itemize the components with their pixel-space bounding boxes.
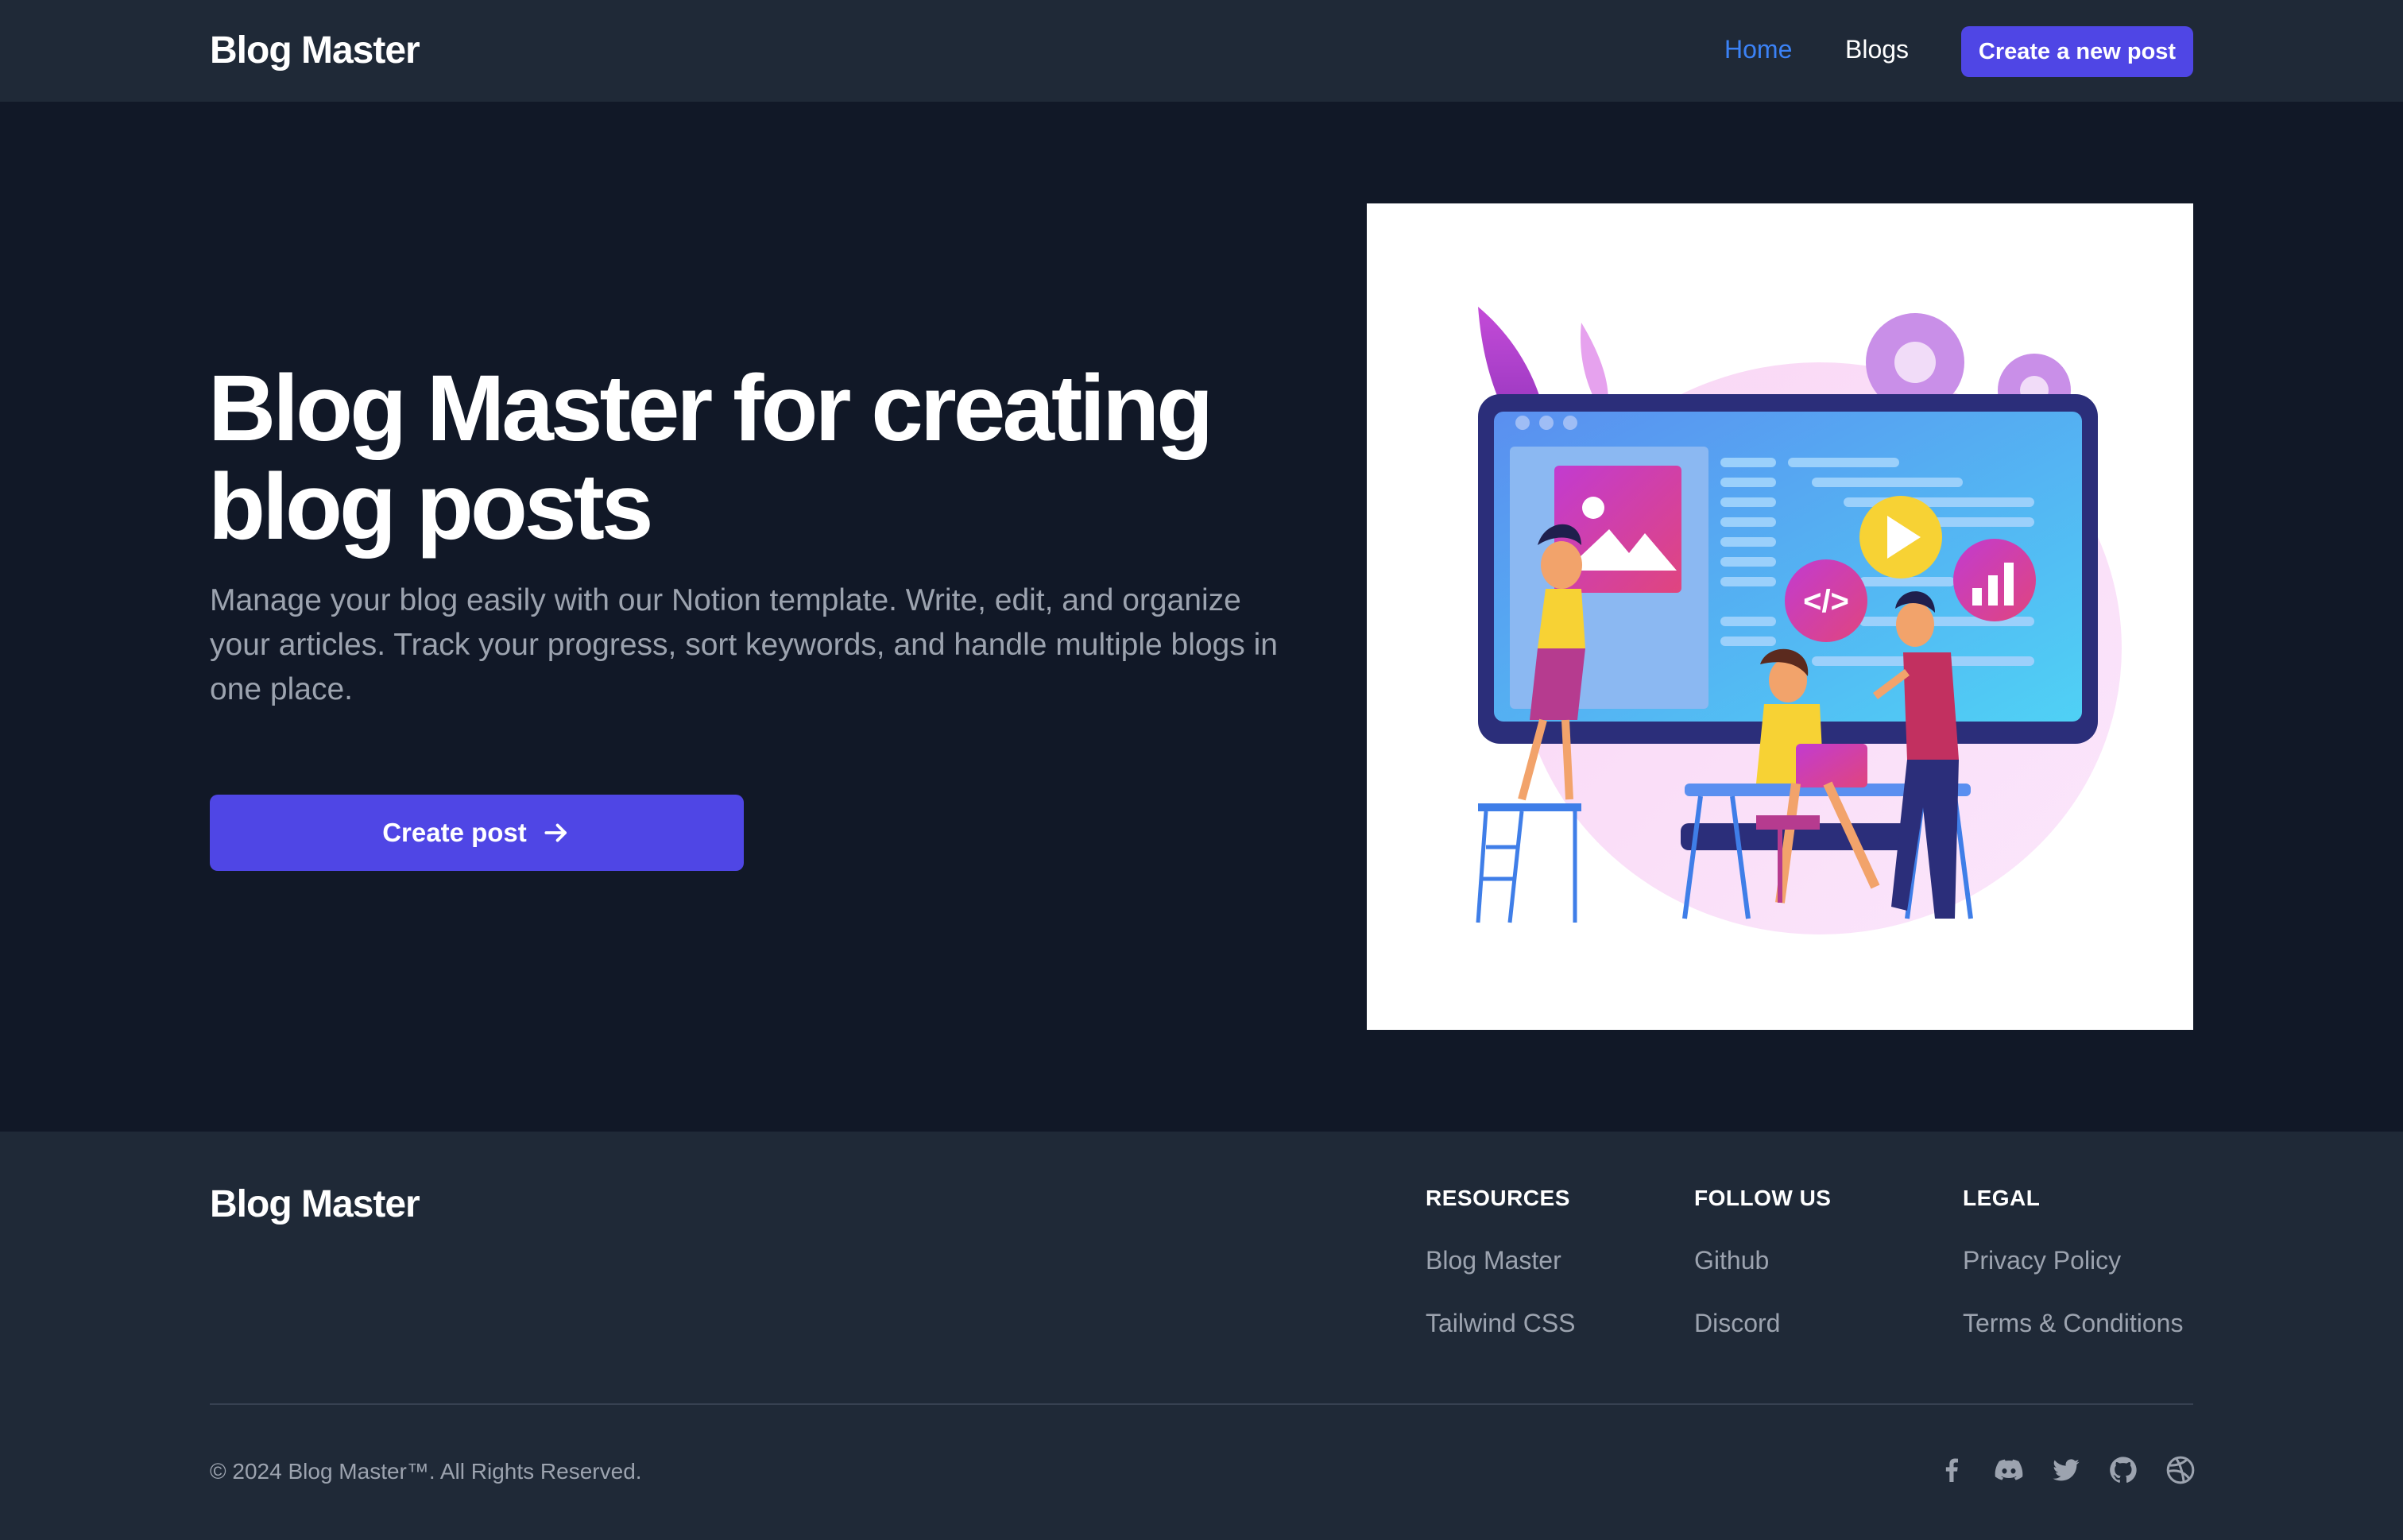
nav-link-blogs[interactable]: Blogs [1845,35,1909,64]
svg-text:</>: </> [1803,584,1849,619]
hero-title: Blog Master for creating blog posts [208,356,1213,559]
discord-icon[interactable] [1993,1454,2025,1486]
dribbble-icon[interactable] [2165,1454,2196,1486]
navbar: Blog Master Home Blogs Create a new post [0,0,2403,102]
hero-description: Manage your blog easily with our Notion … [210,583,1278,706]
github-icon[interactable] [2107,1454,2139,1486]
footer-link-privacy-policy[interactable]: Privacy Policy [1963,1246,2183,1275]
footer-link-tailwind-css[interactable]: Tailwind CSS [1426,1309,1576,1338]
footer-column-title: RESOURCES [1426,1186,1570,1210]
footer-link-discord[interactable]: Discord [1694,1309,1831,1338]
create-post-label: Create post [382,818,527,847]
hero-illustration: </> [1367,203,2193,1030]
create-new-post-button[interactable]: Create a new post [1961,26,2193,77]
page: Blog Master Home Blogs Create a new post… [0,0,2403,1540]
create-post-button[interactable]: Create post [210,795,744,871]
twitter-icon[interactable] [2050,1454,2082,1486]
footer-column-resources: RESOURCES Blog Master Tailwind CSS [1426,1186,1576,1372]
footer-column-legal: LEGAL Privacy Policy Terms & Conditions [1963,1186,2183,1372]
footer-brand-logo[interactable]: Blog Master [210,1182,420,1226]
footer-column-title: LEGAL [1963,1186,2041,1210]
footer-column-title: FOLLOW US [1694,1186,1832,1210]
nav-link-home[interactable]: Home [1724,35,1792,64]
footer-column-follow-us: FOLLOW US Github Discord [1694,1186,1831,1372]
facebook-icon[interactable] [1936,1454,1968,1486]
arrow-right-icon [541,818,571,848]
footer: Blog Master RESOURCES Blog Master Tailwi… [0,1132,2403,1540]
brand-logo[interactable]: Blog Master [210,29,420,72]
footer-divider [210,1403,2193,1405]
footer-link-blog-master[interactable]: Blog Master [1426,1246,1576,1275]
copyright-text: © 2024 Blog Master™. All Rights Reserved… [210,1459,642,1484]
footer-link-github[interactable]: Github [1694,1246,1831,1275]
footer-link-terms-conditions[interactable]: Terms & Conditions [1963,1309,2183,1338]
